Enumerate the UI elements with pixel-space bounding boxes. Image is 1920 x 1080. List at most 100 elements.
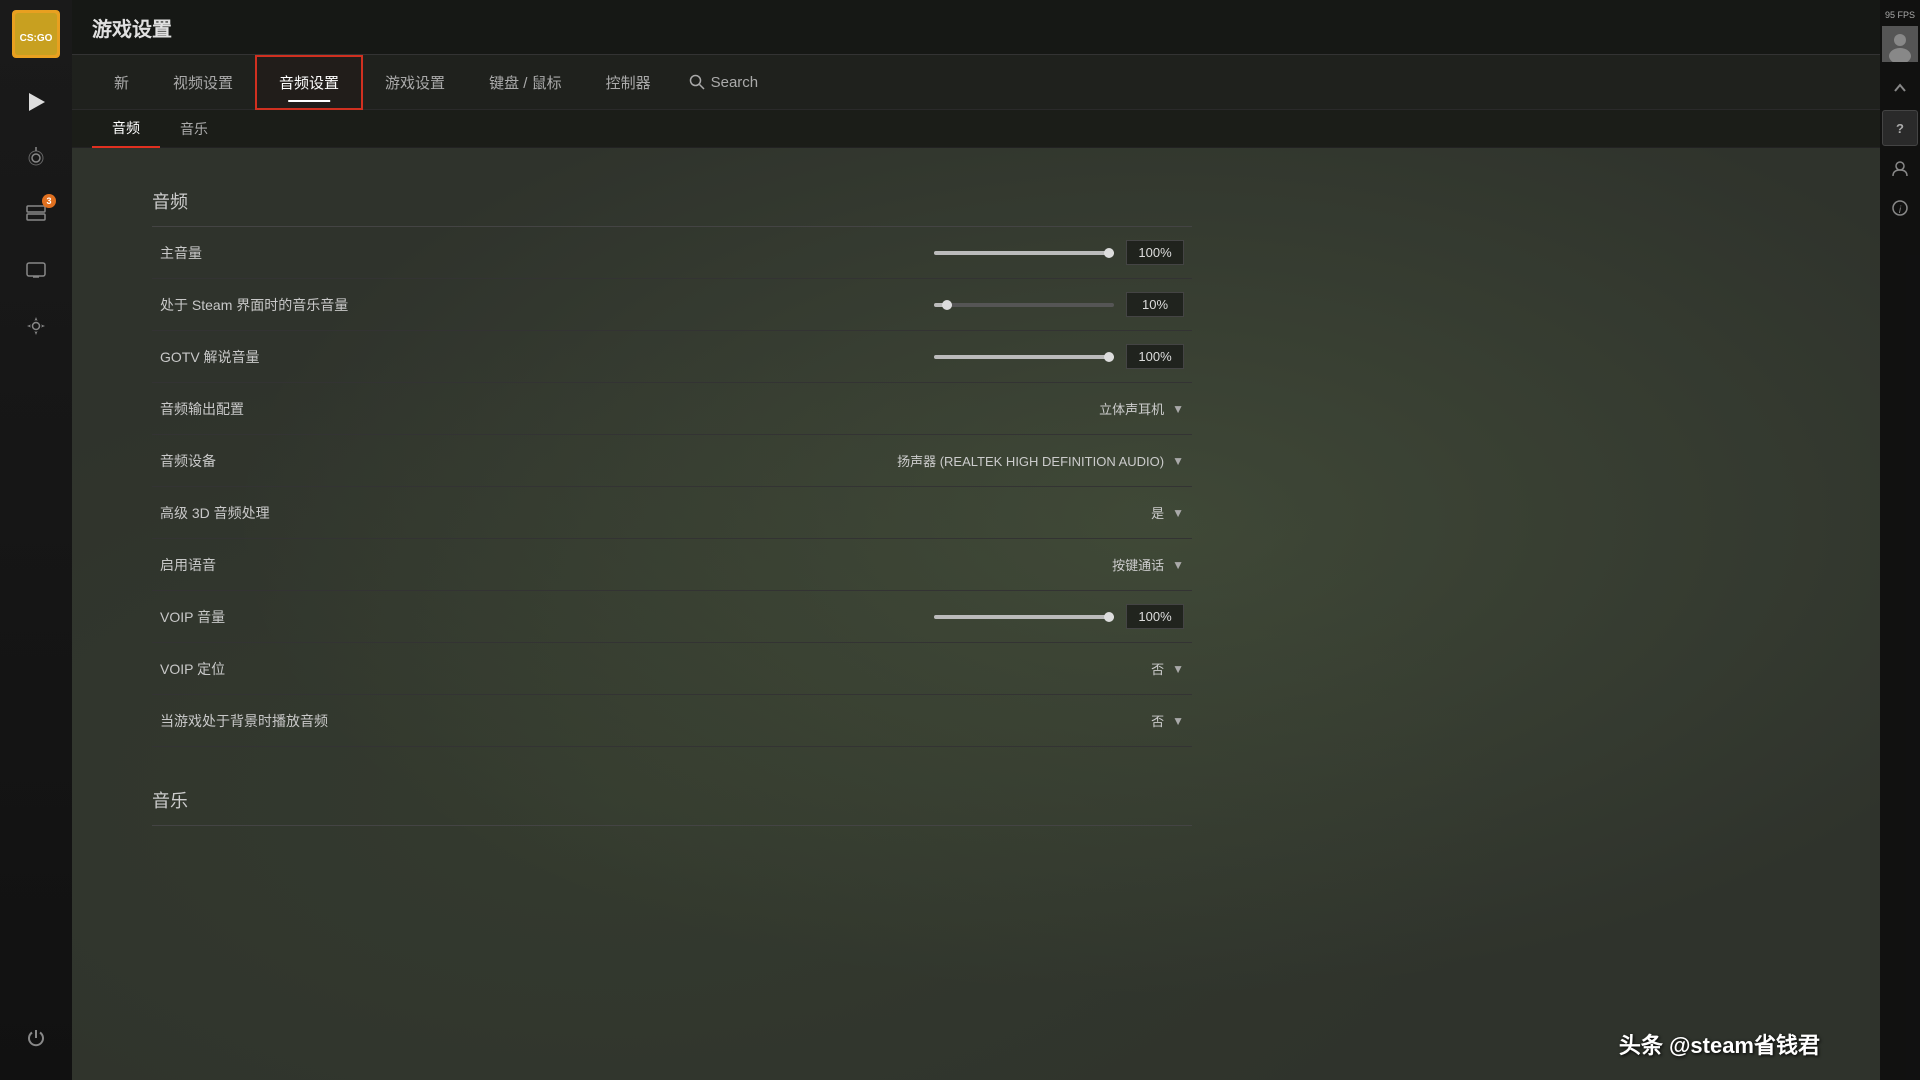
gotv-label: GOTV 解说音量: [160, 347, 460, 367]
tab-video-settings[interactable]: 视频设置: [151, 55, 255, 110]
output-config-dropdown[interactable]: 立体声耳机 ▼: [1099, 399, 1184, 418]
gotv-value: 100%: [1126, 344, 1184, 369]
volume-slider-track: [934, 251, 1114, 255]
setting-row-voip-position: VOIP 定位 否 ▼: [152, 643, 1192, 695]
bg-audio-arrow: ▼: [1172, 714, 1184, 728]
voip-position-control: 否 ▼: [460, 659, 1184, 678]
content-area: 音频 主音量 100% 处于 Steam 界面时的音乐音量: [72, 148, 1880, 1080]
voip-position-value: 否: [1151, 659, 1164, 678]
user-icon[interactable]: [1882, 150, 1918, 186]
avatar: [1882, 26, 1918, 62]
bg-audio-dropdown[interactable]: 否 ▼: [1151, 711, 1184, 730]
search-icon: [689, 74, 705, 90]
storage-icon[interactable]: 3: [10, 188, 62, 240]
output-config-label: 音频输出配置: [160, 399, 460, 419]
csgo-logo-icon: CS:GO: [12, 10, 60, 58]
voip-position-dropdown[interactable]: 否 ▼: [1151, 659, 1184, 678]
audio-device-label: 音频设备: [160, 451, 460, 471]
main-area: 游戏设置 新 视频设置 音频设置 游戏设置 键盘 / 鼠标 控制器 Search: [72, 0, 1880, 1080]
setting-row-steam-music: 处于 Steam 界面时的音乐音量 10%: [152, 279, 1192, 331]
setting-row-3d-audio: 高级 3D 音频处理 是 ▼: [152, 487, 1192, 539]
setting-row-volume: 主音量 100%: [152, 227, 1192, 279]
info-icon[interactable]: i: [1882, 190, 1918, 226]
sub-tab-audio[interactable]: 音频: [92, 110, 160, 148]
volume-slider-fill: [934, 251, 1114, 255]
logo: CS:GO: [10, 8, 62, 60]
bg-audio-label: 当游戏处于背景时播放音频: [160, 711, 460, 731]
tab-controller[interactable]: 控制器: [584, 55, 673, 110]
3d-audio-value: 是: [1151, 503, 1164, 522]
tab-keyboard-mouse[interactable]: 键盘 / 鼠标: [467, 55, 584, 110]
setting-row-output-config: 音频输出配置 立体声耳机 ▼: [152, 383, 1192, 435]
content-inner: 音频 主音量 100% 处于 Steam 界面时的音乐音量: [72, 148, 1272, 866]
gotv-slider[interactable]: [934, 355, 1114, 359]
setting-row-voip-volume: VOIP 音量 100%: [152, 591, 1192, 643]
fps-display: 95 FPS: [1883, 8, 1917, 22]
search-tab[interactable]: Search: [673, 74, 775, 91]
tab-audio-settings[interactable]: 音频设置: [255, 55, 363, 110]
gotv-slider-track: [934, 355, 1114, 359]
steam-music-value: 10%: [1126, 292, 1184, 317]
steam-music-slider-track: [934, 303, 1114, 307]
tab-game-settings[interactable]: 游戏设置: [363, 55, 467, 110]
audio-device-control: 扬声器 (REALTEK HIGH DEFINITION AUDIO) ▼: [460, 451, 1184, 470]
3d-audio-arrow: ▼: [1172, 506, 1184, 520]
voip-volume-slider-track: [934, 615, 1114, 619]
power-icon[interactable]: [10, 1012, 62, 1064]
badge-count: 3: [42, 194, 56, 208]
volume-control: 100%: [460, 240, 1184, 265]
tab-new[interactable]: 新: [92, 55, 151, 110]
tv-icon[interactable]: [10, 244, 62, 296]
voip-volume-label: VOIP 音量: [160, 607, 460, 627]
voice-arrow: ▼: [1172, 558, 1184, 572]
gotv-slider-fill: [934, 355, 1114, 359]
gotv-slider-thumb: [1104, 352, 1114, 362]
voip-volume-control: 100%: [460, 604, 1184, 629]
voip-volume-slider[interactable]: [934, 615, 1114, 619]
voip-volume-slider-thumb: [1104, 612, 1114, 622]
output-config-arrow: ▼: [1172, 402, 1184, 416]
sidebar: CS:GO 3: [0, 0, 72, 1080]
audio-device-arrow: ▼: [1172, 454, 1184, 468]
audio-section-header: 音频: [152, 168, 1192, 227]
chevron-up-icon[interactable]: [1882, 70, 1918, 106]
voip-volume-value: 100%: [1126, 604, 1184, 629]
gotv-control: 100%: [460, 344, 1184, 369]
voip-volume-slider-fill: [934, 615, 1114, 619]
tab-bar: 新 视频设置 音频设置 游戏设置 键盘 / 鼠标 控制器 Search: [72, 55, 1880, 110]
voice-value: 按键通话: [1112, 555, 1164, 574]
settings-icon[interactable]: [10, 300, 62, 352]
3d-audio-control: 是 ▼: [460, 503, 1184, 522]
voice-control: 按键通话 ▼: [460, 555, 1184, 574]
volume-label: 主音量: [160, 243, 460, 263]
help-icon[interactable]: ?: [1882, 110, 1918, 146]
music-section-header: 音乐: [152, 767, 1192, 826]
voice-label: 启用语音: [160, 555, 460, 575]
steam-music-slider[interactable]: [934, 303, 1114, 307]
voice-dropdown[interactable]: 按键通话 ▼: [1112, 555, 1184, 574]
sub-tab-music[interactable]: 音乐: [160, 110, 228, 148]
bg-audio-value: 否: [1151, 711, 1164, 730]
output-config-value: 立体声耳机: [1099, 399, 1164, 418]
watermark: 头条 @steam省钱君: [1619, 1028, 1820, 1060]
antenna-icon[interactable]: [10, 132, 62, 184]
output-config-control: 立体声耳机 ▼: [460, 399, 1184, 418]
volume-slider[interactable]: [934, 251, 1114, 255]
voip-position-arrow: ▼: [1172, 662, 1184, 676]
audio-device-dropdown[interactable]: 扬声器 (REALTEK HIGH DEFINITION AUDIO) ▼: [897, 451, 1184, 470]
volume-value: 100%: [1126, 240, 1184, 265]
right-panel: 95 FPS ? i: [1880, 0, 1920, 1080]
header: 游戏设置: [72, 0, 1880, 55]
steam-music-control: 10%: [460, 292, 1184, 317]
voip-position-label: VOIP 定位: [160, 659, 460, 679]
play-icon[interactable]: [10, 76, 62, 128]
setting-row-audio-device: 音频设备 扬声器 (REALTEK HIGH DEFINITION AUDIO)…: [152, 435, 1192, 487]
3d-audio-label: 高级 3D 音频处理: [160, 503, 460, 523]
setting-row-bg-audio: 当游戏处于背景时播放音频 否 ▼: [152, 695, 1192, 747]
3d-audio-dropdown[interactable]: 是 ▼: [1151, 503, 1184, 522]
bg-audio-control: 否 ▼: [460, 711, 1184, 730]
volume-slider-thumb: [1104, 248, 1114, 258]
page-title: 游戏设置: [92, 13, 172, 42]
audio-device-value: 扬声器 (REALTEK HIGH DEFINITION AUDIO): [897, 451, 1164, 470]
steam-music-slider-thumb: [942, 300, 952, 310]
